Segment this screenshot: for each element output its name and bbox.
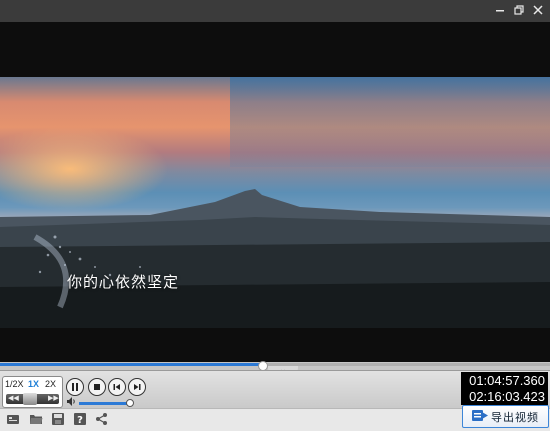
- screenshot-icon[interactable]: [6, 412, 20, 426]
- time-display: 01:04:57.360 02:16:03.423: [461, 372, 548, 405]
- stop-icon: [94, 384, 100, 390]
- speed-option-normal[interactable]: 1X: [28, 379, 39, 389]
- total-time: 02:16:03.423: [469, 389, 545, 404]
- open-folder-icon[interactable]: [29, 412, 43, 426]
- current-time: 01:04:57.360: [469, 373, 545, 388]
- next-frame-icon: [134, 384, 141, 390]
- stop-button[interactable]: [88, 378, 106, 396]
- video-viewport[interactable]: 你的心依然坚定: [0, 22, 550, 364]
- save-icon[interactable]: [51, 412, 65, 426]
- export-button-label: 导出视频: [491, 411, 539, 424]
- share-icon[interactable]: [95, 412, 109, 426]
- restore-icon[interactable]: [510, 2, 528, 20]
- svg-text:?: ?: [77, 415, 83, 426]
- volume-fill: [79, 402, 130, 405]
- speed-option-double[interactable]: 2X: [45, 379, 56, 389]
- pause-button[interactable]: [66, 378, 84, 396]
- export-icon: [472, 409, 488, 425]
- previous-frame-button[interactable]: [108, 378, 126, 396]
- pause-icon: [72, 383, 78, 391]
- speed-slider-thumb[interactable]: [23, 393, 37, 405]
- next-frame-button[interactable]: [128, 378, 146, 396]
- help-icon[interactable]: ?: [73, 412, 87, 426]
- progress-fill: [0, 363, 263, 366]
- speed-up-icon[interactable]: ▶▶: [48, 394, 59, 404]
- previous-frame-icon: [113, 384, 120, 390]
- export-video-button[interactable]: 导出视频: [462, 405, 549, 428]
- minimize-icon[interactable]: [491, 2, 509, 20]
- speed-down-icon[interactable]: ◀◀: [8, 394, 19, 404]
- speed-control: 1/2X 1X 2X ◀◀ ▶▶: [2, 376, 63, 408]
- volume-handle[interactable]: [125, 399, 134, 407]
- title-bar: [0, 0, 550, 22]
- close-icon[interactable]: [529, 2, 547, 20]
- subtitle-text: 你的心依然坚定: [67, 273, 180, 291]
- volume-icon[interactable]: [67, 397, 77, 408]
- speed-option-half[interactable]: 1/2X: [5, 379, 24, 389]
